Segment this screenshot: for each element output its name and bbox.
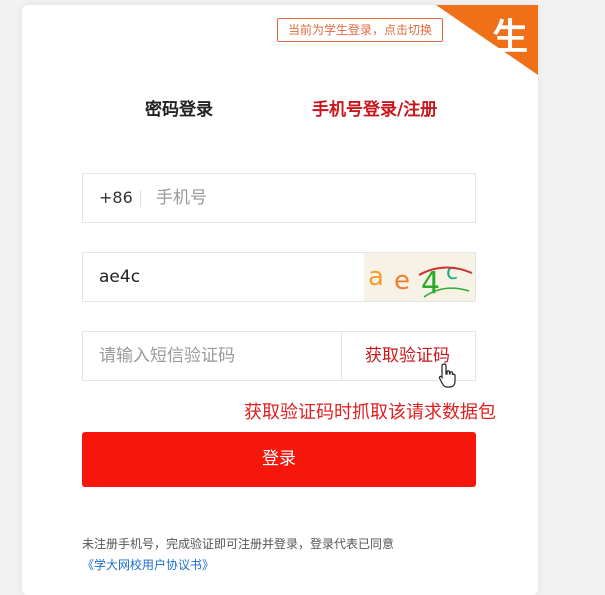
country-code-prefix[interactable]: +86 [99, 174, 133, 222]
login-button[interactable]: 登录 [82, 432, 476, 487]
svg-text:e: e [394, 266, 410, 296]
user-agreement-link[interactable]: 《学大网校用户协议书》 [82, 556, 214, 573]
svg-text:c: c [446, 260, 458, 285]
tab-phone-login[interactable]: 手机号登录/注册 [312, 95, 437, 120]
hand-pointer-icon [438, 363, 456, 388]
sms-code-field[interactable]: 请输入短信验证码 获取验证码 [82, 331, 476, 381]
switch-role-tip[interactable]: 当前为学生登录，点击切换 [277, 18, 444, 42]
svg-text:4: 4 [421, 266, 440, 301]
tab-password-login[interactable]: 密码登录 [145, 95, 213, 120]
sms-code-placeholder[interactable]: 请输入短信验证码 [99, 332, 235, 380]
sms-divider [341, 332, 342, 380]
prefix-divider [140, 190, 141, 207]
corner-badge-label: 生 [491, 17, 528, 58]
role-corner-badge[interactable]: 生 [436, 5, 538, 75]
captcha-field[interactable]: ae4c a e 4 c [82, 252, 476, 302]
phone-field[interactable]: +86 手机号 [82, 173, 476, 223]
svg-text:a: a [368, 262, 384, 292]
register-note: 未注册手机号，完成验证即可注册并登录，登录代表已同意 [82, 537, 395, 551]
phone-input-placeholder[interactable]: 手机号 [156, 174, 207, 222]
captcha-image[interactable]: a e 4 c [364, 253, 475, 301]
capture-annotation: 获取验证码时抓取该请求数据包 [244, 402, 496, 423]
captcha-input[interactable]: ae4c [99, 253, 140, 301]
